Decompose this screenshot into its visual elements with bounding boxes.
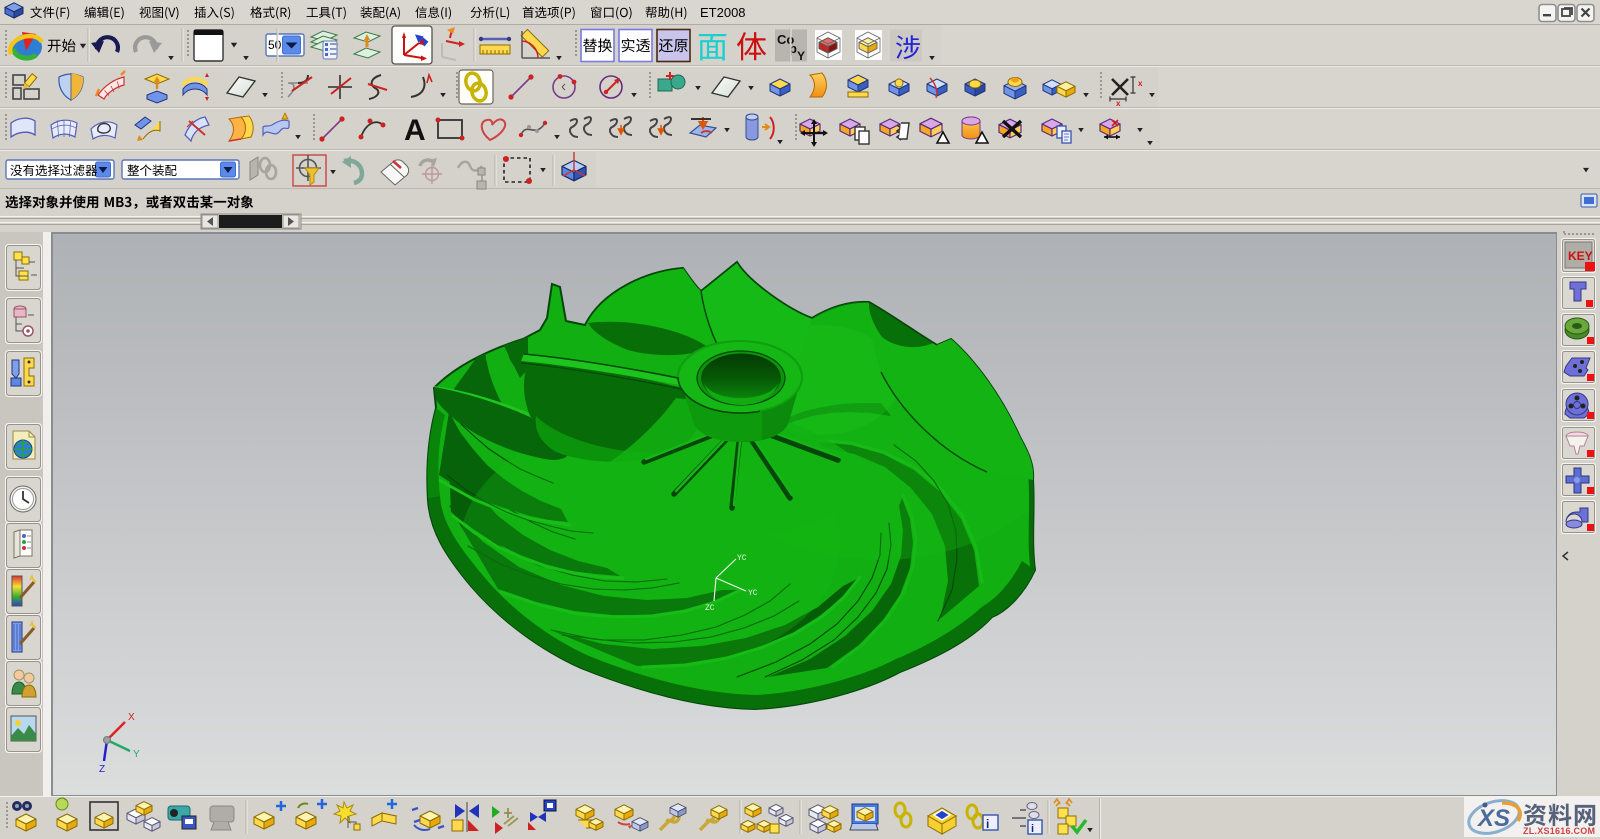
svg-text:ZC: ZC bbox=[705, 604, 715, 613]
svg-text:i: i bbox=[1031, 823, 1034, 835]
svg-text:A: A bbox=[404, 114, 426, 147]
svg-text:XS: XS bbox=[1476, 805, 1510, 832]
svg-text:X: X bbox=[128, 712, 135, 723]
svg-text:Z: Z bbox=[99, 764, 105, 775]
svg-text:ET2008: ET2008 bbox=[700, 5, 746, 20]
svg-text:x: x bbox=[1116, 99, 1121, 108]
svg-text:YC: YC bbox=[748, 589, 758, 598]
svg-text:ZL.XS1616.COM: ZL.XS1616.COM bbox=[1523, 826, 1595, 836]
svg-text:Y: Y bbox=[797, 49, 805, 63]
svg-text:YC: YC bbox=[737, 554, 747, 563]
svg-text:x: x bbox=[1138, 79, 1143, 88]
svg-text:Y: Y bbox=[133, 749, 140, 760]
svg-text:50: 50 bbox=[268, 38, 282, 52]
svg-text:i: i bbox=[986, 817, 989, 831]
svg-text:KEY: KEY bbox=[1568, 249, 1593, 263]
